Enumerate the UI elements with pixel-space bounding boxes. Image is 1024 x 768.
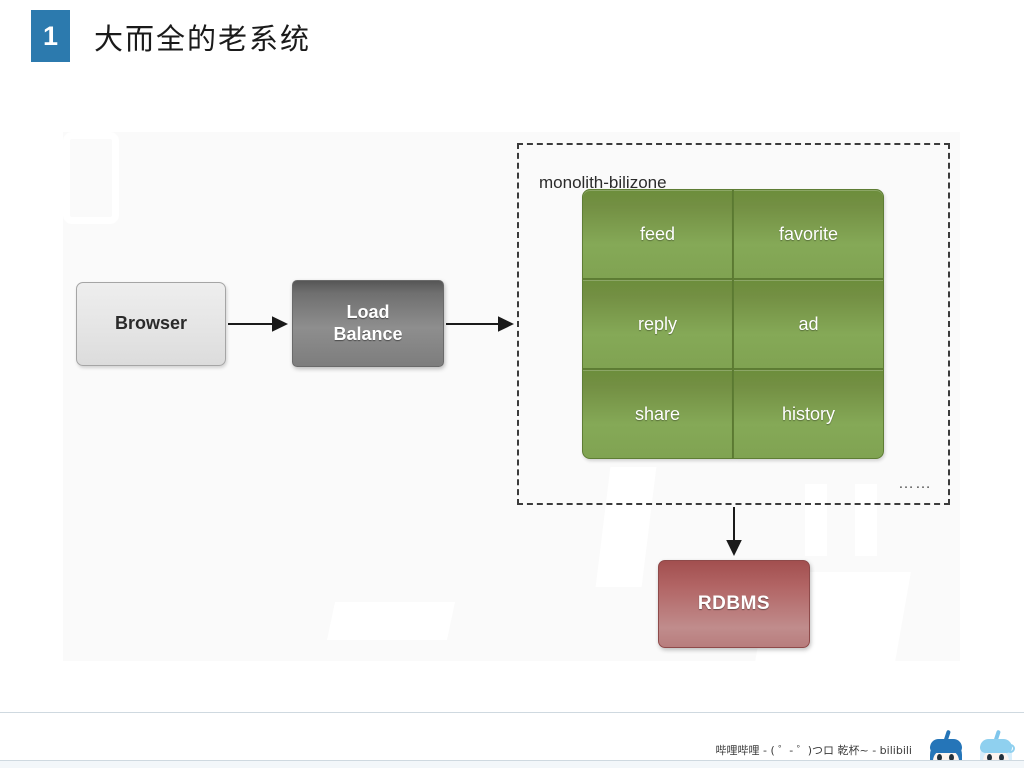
diagram-canvas: Browser Load Balance monolith-bilizone …… [63, 132, 960, 661]
service-box-feed[interactable]: feed [582, 189, 733, 279]
footer-credit-text: 哔哩哔哩 - ( ゜- ゜)つロ 乾杯~ - bilibili [715, 744, 913, 757]
service-label: favorite [778, 223, 839, 244]
service-label: history [781, 403, 835, 424]
mascot-bangs [930, 739, 962, 753]
slide-header: 1 大而全的老系统 [0, 0, 1024, 78]
service-box-share[interactable]: share [582, 369, 733, 459]
slide-footer: 哔哩哔哩 - ( ゜- ゜)つロ 乾杯~ - bilibili [0, 712, 1024, 768]
service-box-history[interactable]: history [733, 369, 884, 459]
node-load-balance-label-line2: Balance [333, 323, 403, 344]
page-title: 大而全的老系统 [94, 22, 312, 56]
slide: 1 大而全的老系统 Browser Load Balance monolith-… [0, 0, 1024, 768]
node-rdbms-label: RDBMS [697, 593, 771, 615]
service-grid: feed favorite reply ad share history [582, 189, 884, 459]
node-browser-label: Browser [114, 313, 188, 334]
service-label: feed [639, 223, 676, 244]
service-box-favorite[interactable]: favorite [733, 189, 884, 279]
footer-bottom-strip [0, 760, 1024, 768]
node-load-balance-label-line1: Load [346, 301, 390, 322]
node-browser[interactable]: Browser [76, 282, 226, 366]
group-more-ellipsis: …… [898, 475, 932, 492]
service-box-ad[interactable]: ad [733, 279, 884, 369]
node-rdbms[interactable]: RDBMS [658, 560, 810, 648]
mascot-bangs [980, 739, 1012, 753]
step-number-badge: 1 [31, 10, 70, 62]
service-box-reply[interactable]: reply [582, 279, 733, 369]
service-label: ad [798, 313, 819, 334]
service-label: reply [637, 313, 677, 334]
service-label: share [634, 403, 681, 424]
node-load-balance[interactable]: Load Balance [292, 280, 444, 367]
watermark-shape [326, 602, 456, 640]
watermark-phone-icon [63, 132, 119, 224]
